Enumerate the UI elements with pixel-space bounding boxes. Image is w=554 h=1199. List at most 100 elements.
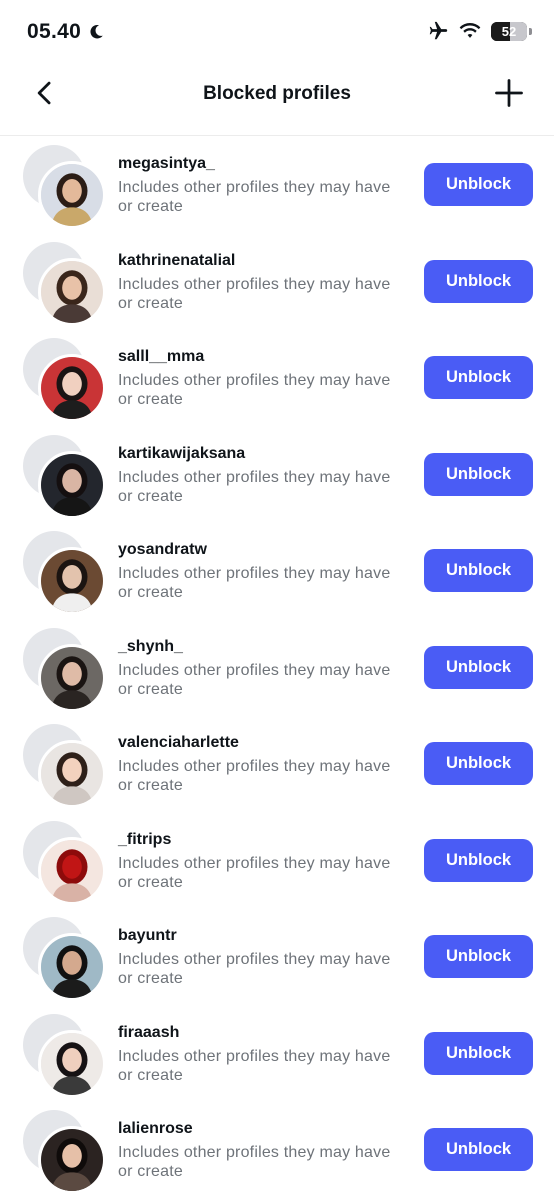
blocked-profile-row: lalienrose Includes other profiles they … xyxy=(0,1102,554,1199)
description-line-2: or create xyxy=(118,198,183,215)
description-line-1: Includes other profiles they may have xyxy=(118,179,391,196)
unblock-button[interactable]: Unblock xyxy=(424,549,533,592)
avatar-stack[interactable] xyxy=(23,241,107,326)
airplane-icon xyxy=(427,20,449,42)
description-line-1: Includes other profiles they may have xyxy=(118,854,391,872)
avatar-photo xyxy=(41,550,103,612)
description-line-1: Includes other profiles they may have xyxy=(118,661,391,679)
unblock-button[interactable]: Unblock xyxy=(424,452,533,496)
avatar-photo xyxy=(41,936,103,998)
profile-description: Includes other profiles they may have or… xyxy=(118,1047,408,1085)
description-line-1: Includes other profiles they may have xyxy=(118,275,391,293)
description-line-2: or create xyxy=(118,970,183,987)
avatar xyxy=(38,257,106,326)
username[interactable]: _shynh_ xyxy=(118,637,408,657)
profile-text: firaaash Includes other profiles they ma… xyxy=(118,1023,408,1085)
avatar-stack[interactable] xyxy=(23,724,107,808)
username[interactable]: lalienrose xyxy=(118,1119,408,1139)
profile-description: Includes other profiles they may have or… xyxy=(118,564,408,602)
description-line-1: Includes other profiles they may have xyxy=(118,1047,391,1065)
unblock-button[interactable]: Unblock xyxy=(424,838,533,882)
avatar-photo xyxy=(41,453,103,516)
username[interactable]: bayuntr xyxy=(118,926,408,946)
blocked-profile-row: _shynh_ Includes other profiles they may… xyxy=(0,620,554,717)
avatar-stack[interactable] xyxy=(23,1013,107,1098)
username[interactable]: firaaash xyxy=(118,1023,408,1043)
unblock-button[interactable]: Unblock xyxy=(424,1128,533,1171)
battery-tip xyxy=(529,27,532,35)
avatar-stack[interactable] xyxy=(23,338,107,422)
description-line-1: Includes other profiles they may have xyxy=(118,565,391,582)
profile-description: Includes other profiles they may have or… xyxy=(118,854,408,892)
blocked-profile-row: firaaash Includes other profiles they ma… xyxy=(0,1006,554,1103)
blocked-profile-row: yosandratw Includes other profiles they … xyxy=(0,523,554,620)
username[interactable]: yosandratw xyxy=(118,540,408,560)
username[interactable]: valenciaharlette xyxy=(118,733,408,753)
avatar xyxy=(38,836,106,905)
profile-text: bayuntr Includes other profiles they may… xyxy=(118,926,408,988)
avatar-photo xyxy=(41,1129,103,1191)
username[interactable]: kartikawijaksana xyxy=(118,444,408,464)
unblock-button[interactable]: Unblock xyxy=(424,1031,533,1075)
profile-text: yosandratw Includes other profiles they … xyxy=(118,540,408,602)
plus-icon xyxy=(495,79,523,107)
avatar xyxy=(38,450,106,519)
avatar-photo xyxy=(41,260,103,323)
unblock-button[interactable]: Unblock xyxy=(424,163,533,206)
profile-text: lalienrose Includes other profiles they … xyxy=(118,1119,408,1181)
blocked-profile-row: bayuntr Includes other profiles they may… xyxy=(0,909,554,1006)
description-line-2: or create xyxy=(118,391,183,408)
avatar-stack[interactable] xyxy=(23,1110,107,1194)
blocked-profile-row: salll__mma Includes other profiles they … xyxy=(0,330,554,427)
profile-description: Includes other profiles they may have or… xyxy=(118,1143,408,1181)
blocked-profile-row: kathrinenatalial Includes other profiles… xyxy=(0,234,554,331)
avatar-stack[interactable] xyxy=(23,145,107,229)
profile-description: Includes other profiles they may have or… xyxy=(118,468,408,506)
username[interactable]: salll__mma xyxy=(118,347,408,367)
username[interactable]: _fitrips xyxy=(118,830,408,850)
description-line-1: Includes other profiles they may have xyxy=(118,758,391,775)
profile-text: kartikawijaksana Includes other profiles… xyxy=(118,444,408,506)
description-line-2: or create xyxy=(118,873,183,891)
description-line-1: Includes other profiles they may have xyxy=(118,951,391,968)
profile-text: valenciaharlette Includes other profiles… xyxy=(118,733,408,795)
profile-text: megasintya_ Includes other profiles they… xyxy=(118,154,408,216)
avatar-photo xyxy=(41,164,103,226)
avatar-photo xyxy=(41,357,103,419)
avatar xyxy=(38,1029,106,1098)
add-blocked-profile-button[interactable] xyxy=(494,78,524,108)
avatar-stack[interactable] xyxy=(23,820,107,905)
avatar xyxy=(38,161,106,229)
avatar-stack[interactable] xyxy=(23,917,107,1001)
profile-text: kathrinenatalial Includes other profiles… xyxy=(118,251,408,313)
description-line-1: Includes other profiles they may have xyxy=(118,1144,391,1161)
unblock-button[interactable]: Unblock xyxy=(424,742,533,785)
profile-description: Includes other profiles they may have or… xyxy=(118,178,408,216)
avatar xyxy=(38,547,106,615)
avatar-photo xyxy=(41,1032,103,1095)
username[interactable]: kathrinenatalial xyxy=(118,251,408,271)
unblock-button[interactable]: Unblock xyxy=(424,356,533,399)
description-line-2: or create xyxy=(118,1163,183,1180)
description-line-2: or create xyxy=(118,1066,183,1084)
unblock-button[interactable]: Unblock xyxy=(424,645,533,689)
status-bar: 05.40 52 xyxy=(0,0,554,66)
unblock-button[interactable]: Unblock xyxy=(424,259,533,303)
description-line-2: or create xyxy=(118,680,183,698)
description-line-2: or create xyxy=(118,777,183,794)
description-line-1: Includes other profiles they may have xyxy=(118,468,391,486)
avatar-photo xyxy=(41,743,103,805)
profile-description: Includes other profiles they may have or… xyxy=(118,661,408,699)
avatar-stack[interactable] xyxy=(23,531,107,615)
status-time-group: 05.40 xyxy=(27,20,105,44)
blocked-profile-row: kartikawijaksana Includes other profiles… xyxy=(0,427,554,524)
avatar-photo xyxy=(41,839,103,902)
username[interactable]: megasintya_ xyxy=(118,154,408,174)
avatar xyxy=(38,643,106,712)
unblock-button[interactable]: Unblock xyxy=(424,935,533,978)
profile-description: Includes other profiles they may have or… xyxy=(118,757,408,795)
status-time: 05.40 xyxy=(27,20,82,43)
description-line-2: or create xyxy=(118,487,183,505)
avatar-stack[interactable] xyxy=(23,627,107,712)
avatar-stack[interactable] xyxy=(23,434,107,519)
